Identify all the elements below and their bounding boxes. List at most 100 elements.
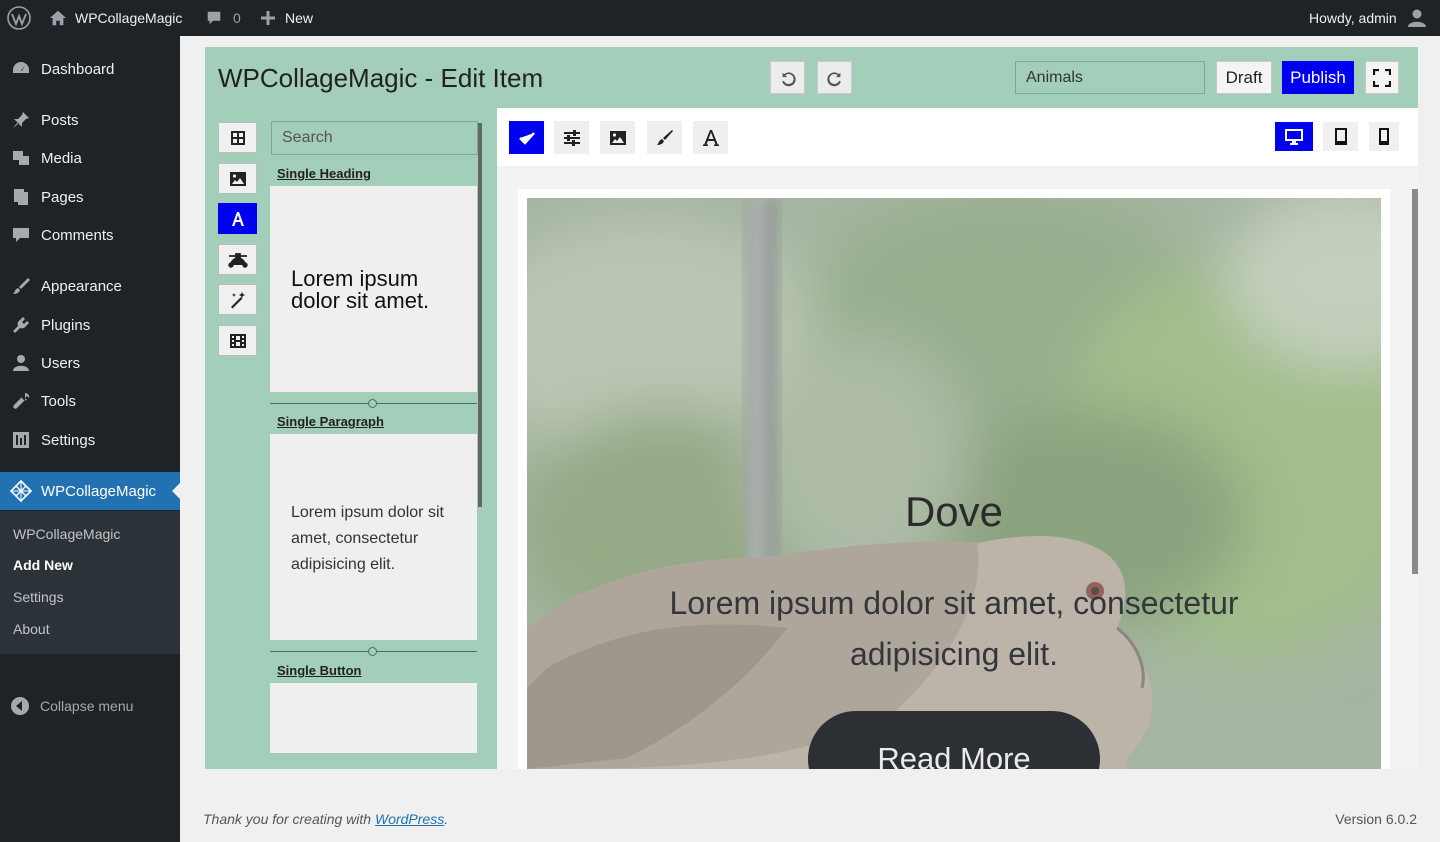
footer-thanks-suffix: . [444, 811, 449, 827]
select-tool-button[interactable] [509, 121, 544, 154]
plug-icon [10, 314, 32, 336]
page-title: WPCollageMagic - Edit Item [218, 63, 544, 93]
footer-version: Version 6.0.2 [1335, 811, 1417, 827]
mobile-icon [1378, 127, 1390, 146]
site-name: WPCollageMagic [75, 10, 183, 26]
undo-button[interactable] [770, 61, 805, 94]
sidebar-item-comments[interactable]: Comments [0, 217, 180, 253]
bezier-icon [227, 252, 248, 268]
sidebar-item-users[interactable]: Users [0, 345, 180, 381]
image-icon [229, 171, 247, 187]
new-label: New [285, 10, 314, 26]
canvas-area: Dove Lorem ipsum dolor sit amet, consect… [497, 166, 1418, 769]
pin-icon [10, 109, 32, 131]
sidebar-item-label: Posts [41, 111, 79, 129]
sidebar-item-pages[interactable]: Pages [0, 179, 180, 215]
library-list: Single Heading Lorem ipsum dolor sit ame… [270, 155, 482, 769]
brush-tool-button[interactable] [647, 121, 682, 154]
library-search-input[interactable]: Search [271, 121, 478, 155]
footer-thanks: Thank you for creating with WordPress. [203, 811, 448, 827]
wpcollagemagic-submenu: WPCollageMagic Add New Settings About [0, 511, 180, 654]
desktop-icon [1284, 128, 1304, 146]
collage-editor: WPCollageMagic - Edit Item Animals Draft… [205, 47, 1418, 769]
desktop-view-button[interactable] [1275, 122, 1313, 151]
sidebar-item-appearance[interactable]: Appearance [0, 268, 180, 304]
avatar-icon [1407, 8, 1427, 28]
plus-icon [260, 10, 276, 26]
library-item-label[interactable]: Single Paragraph [277, 414, 384, 429]
library-item-single-button[interactable] [270, 683, 477, 753]
canvas-toolbar [497, 108, 1418, 166]
site-name-link[interactable]: WPCollageMagic [49, 0, 182, 36]
submenu-item-settings[interactable]: Settings [13, 589, 64, 605]
sidebar-item-label: Media [41, 149, 82, 167]
shape-tool-button[interactable] [218, 244, 257, 275]
media-icon [10, 147, 32, 169]
user-icon [10, 352, 32, 374]
sidebar-item-label: Appearance [41, 277, 122, 295]
background-image-button[interactable] [600, 121, 635, 154]
collage-hero-item[interactable]: Dove Lorem ipsum dolor sit amet, consect… [527, 198, 1381, 769]
wordpress-link[interactable]: WordPress [375, 811, 444, 827]
publish-button[interactable]: Publish [1282, 61, 1354, 94]
adjust-tool-button[interactable] [554, 121, 589, 154]
layout-tool-button[interactable] [218, 122, 257, 153]
submenu-item-about[interactable]: About [13, 621, 50, 637]
collapse-menu-button[interactable]: Collapse menu [0, 690, 180, 722]
tablet-icon [1333, 127, 1349, 146]
sidebar-item-media[interactable]: Media [0, 140, 180, 176]
home-icon [49, 9, 67, 27]
undo-icon [779, 69, 797, 87]
media-tool-button[interactable] [218, 325, 257, 356]
submenu-item-wpcollagemagic[interactable]: WPCollageMagic [13, 526, 120, 542]
new-content-link[interactable]: New [260, 0, 313, 36]
active-pointer-icon [172, 483, 180, 499]
library-divider [270, 647, 477, 656]
account-menu[interactable]: Howdy, admin [1309, 0, 1427, 36]
sidebar-item-plugins[interactable]: Plugins [0, 307, 180, 343]
dashboard-icon [10, 58, 32, 80]
brush-icon [10, 275, 32, 297]
submenu-item-add-new[interactable]: Add New [13, 557, 73, 573]
font-tool-button[interactable] [693, 121, 728, 154]
image-icon [609, 130, 627, 146]
greeting: Howdy, admin [1309, 10, 1397, 26]
canvas-scrollbar[interactable] [1412, 189, 1418, 574]
film-icon [229, 333, 247, 349]
sidebar-item-wpcollagemagic[interactable]: WPCollageMagic [0, 472, 180, 510]
sidebar-item-label: Comments [41, 226, 114, 244]
fullscreen-button[interactable] [1365, 61, 1399, 94]
comments-link[interactable]: 0 [205, 0, 241, 36]
library-item-single-heading[interactable]: Lorem ipsum dolor sit amet. [270, 186, 477, 392]
text-tool-button[interactable] [218, 203, 257, 234]
check-icon [518, 131, 536, 145]
image-tool-button[interactable] [218, 163, 257, 194]
sidebar-item-tools[interactable]: Tools [0, 383, 180, 419]
sidebar-item-settings[interactable]: Settings [0, 422, 180, 458]
dove-photo [527, 198, 1381, 769]
sidebar-item-posts[interactable]: Posts [0, 102, 180, 138]
footer-thanks-text: Thank you for creating with [203, 811, 375, 827]
magic-wand-icon [229, 291, 247, 309]
sliders-icon [563, 129, 581, 146]
settings-icon [10, 429, 32, 451]
library-item-label[interactable]: Single Button [277, 663, 362, 678]
category-input[interactable]: Animals [1015, 61, 1205, 94]
mobile-view-button[interactable] [1369, 122, 1399, 151]
effects-tool-button[interactable] [218, 284, 257, 315]
fullscreen-icon [1373, 68, 1391, 87]
tablet-view-button[interactable] [1323, 122, 1358, 151]
sidebar-item-label: Dashboard [41, 60, 115, 78]
library-item-label[interactable]: Single Heading [277, 166, 371, 181]
sidebar-item-label: Tools [41, 392, 77, 410]
read-more-button[interactable]: Read More [808, 711, 1100, 769]
sidebar-item-dashboard[interactable]: Dashboard [0, 51, 180, 87]
hero-paragraph[interactable]: Lorem ipsum dolor sit amet, consectetur … [644, 578, 1264, 680]
library-scrollbar[interactable] [478, 123, 482, 507]
library-item-single-paragraph[interactable]: Lorem ipsum dolor sit amet, consectetur … [270, 434, 477, 640]
hero-heading[interactable]: Dove [527, 488, 1381, 536]
wrench-icon [10, 390, 32, 412]
wordpress-logo-icon[interactable] [7, 0, 31, 36]
redo-button[interactable] [817, 61, 852, 94]
draft-button[interactable]: Draft [1216, 61, 1272, 94]
